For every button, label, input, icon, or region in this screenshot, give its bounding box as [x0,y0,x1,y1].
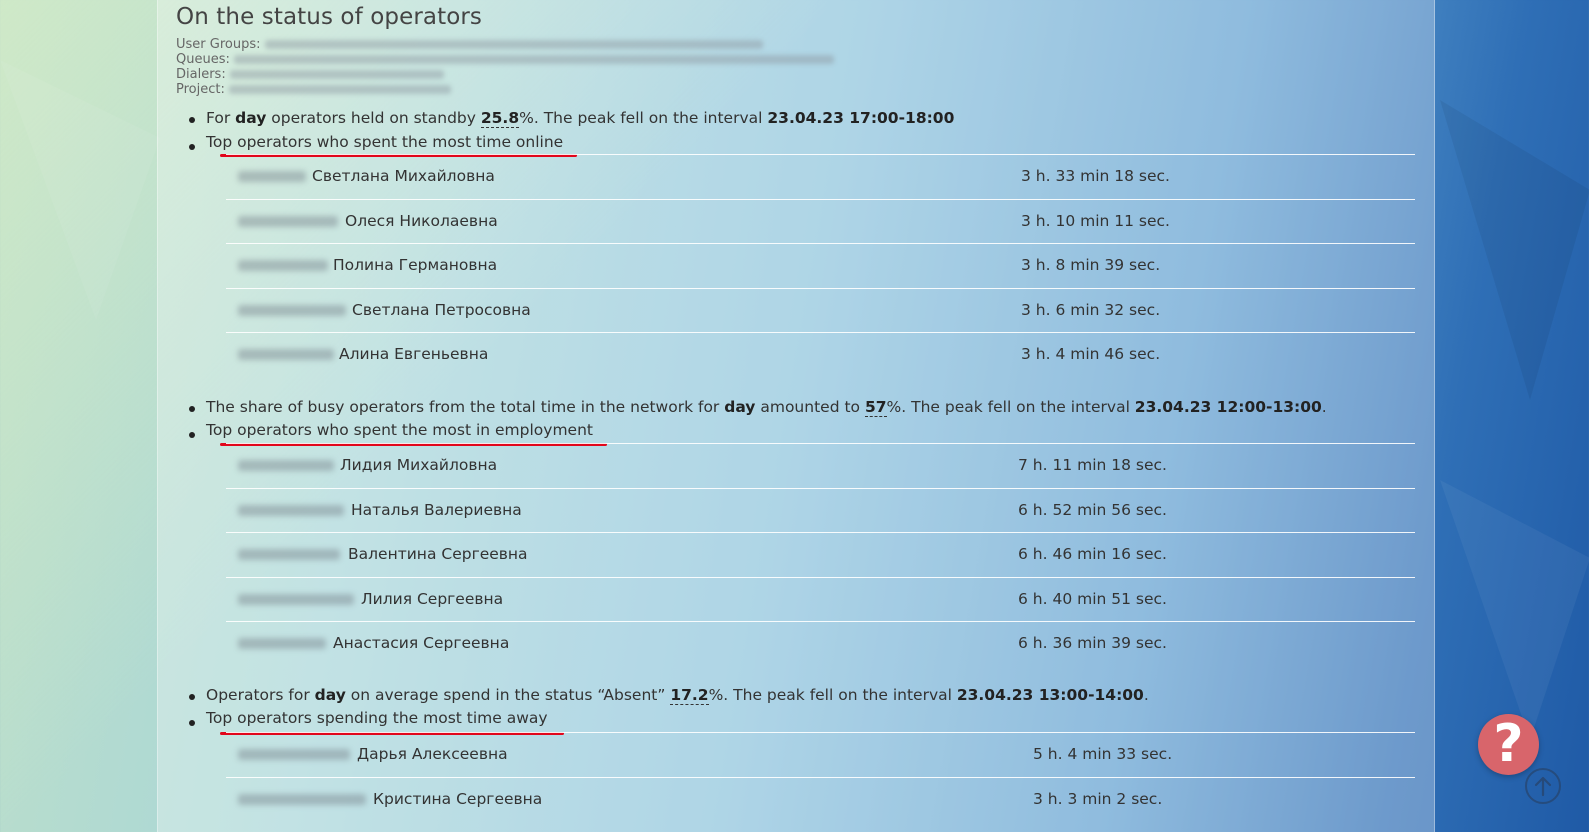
filter-queues: Queues: [176,52,834,67]
summary-text: operators held on standby [266,109,481,127]
filter-dialers: Dialers: [176,67,444,82]
operator-name: Кристина Сергеевна [373,789,543,808]
top-online-table: Светлана Михайловна 3 h. 33 min 18 sec. … [226,154,1415,377]
summary-text: . [1143,686,1149,704]
summary-interval: 23.04.23 13:00-14:00 [956,686,1144,704]
redacted-value [228,85,451,94]
operator-duration: 6 h. 40 min 51 sec. [1018,589,1167,608]
summary-text: on average spend in the status “Absent” [345,686,671,704]
absent-summary: Operators for day on average spend in th… [189,686,1149,705]
summary-text: . [1321,398,1327,416]
table-row: Светлана Петросовна 3 h. 6 min 32 sec. [226,287,1415,333]
operator-name: Лидия Михайловна [340,456,498,474]
operator-name: Наталья Валериевна [351,500,522,519]
top-employment-label: Top operators who spent the most in empl… [189,421,593,439]
summary-value[interactable]: 25.8 [480,109,520,128]
redacted-surname [238,504,344,516]
operator-duration: 7 h. 11 min 18 sec. [1018,456,1167,474]
summary-period: day [235,109,267,127]
background-facet [0,60,160,320]
summary-text: %. The peak fell on the interval [708,686,957,704]
table-row: Кристина Сергеевна 3 h. 3 min 2 sec. [226,776,1415,822]
busy-summary: The share of busy operators from the tot… [189,398,1327,417]
table-row: Лилия Сергеевна 6 h. 40 min 51 sec. [226,576,1415,622]
standby-summary: For day operators held on standby 25.8%.… [188,109,955,128]
redacted-value [264,40,763,49]
summary-text: The share of busy operators from the tot… [206,398,725,416]
redacted-surname [238,171,306,182]
filter-project-label: Project: [176,82,225,97]
summary-text: %. The peak fell on the interval [519,109,768,127]
background-facet [1440,100,1589,400]
redacted-surname [238,349,334,360]
operator-name: Полина Германовна [333,256,498,274]
top-employment-table: Лидия Михайловна 7 h. 11 min 18 sec. Нат… [226,443,1415,666]
page-title: On the status of operators [176,4,483,30]
redacted-surname [238,793,366,805]
background-facet [1440,480,1589,740]
summary-value[interactable]: 57 [864,398,887,417]
redacted-surname [238,215,338,227]
summary-text: Operators for [206,686,315,704]
scroll-to-top-button[interactable] [1525,768,1561,804]
table-row: Полина Германовна 3 h. 8 min 39 sec. [226,243,1415,288]
table-row: Олеся Николаевна 3 h. 10 min 11 sec. [226,198,1415,244]
operator-name: Светлана Михайловна [312,167,495,185]
redacted-value [229,70,444,79]
operator-duration: 3 h. 4 min 46 sec. [1021,345,1161,363]
operator-name: Светлана Петросовна [352,300,531,319]
operator-duration: 3 h. 33 min 18 sec. [1021,167,1170,185]
filter-user-groups-label: User Groups: [176,37,261,52]
redacted-surname [238,304,346,316]
table-row: Лидия Михайловна 7 h. 11 min 18 sec. [226,443,1415,488]
question-mark-icon: ? [1493,714,1524,774]
operator-name: Дарья Алексеевна [357,745,508,763]
filter-user-groups: User Groups: [176,37,763,52]
top-away-label: Top operators spending the most time awa… [189,709,548,727]
redacted-surname [238,638,326,649]
help-button[interactable]: ? [1478,714,1539,775]
filter-project: Project: [176,82,451,97]
summary-value[interactable]: 17.2 [670,686,709,705]
operator-duration: 3 h. 3 min 2 sec. [1033,789,1163,808]
summary-text: amounted to [755,398,865,416]
filter-queues-label: Queues: [176,52,230,67]
table-row: Наталья Валериевна 6 h. 52 min 56 sec. [226,487,1415,533]
operator-name: Валентина Сергеевна [348,545,528,563]
summary-period: day [724,398,756,416]
operator-duration: 3 h. 8 min 39 sec. [1021,256,1161,274]
top-away-table: Дарья Алексеевна 5 h. 4 min 33 sec. Крис… [226,732,1415,821]
summary-interval: 23.04.23 17:00-18:00 [767,109,955,127]
operator-name: Олеся Николаевна [345,211,498,230]
operator-name: Лилия Сергеевна [361,589,504,608]
operator-duration: 6 h. 46 min 16 sec. [1018,545,1167,563]
top-online-label: Top operators who spent the most time on… [188,133,564,151]
arrow-up-icon [1534,776,1552,797]
redacted-surname [238,549,340,560]
operator-duration: 6 h. 36 min 39 sec. [1018,634,1167,652]
summary-text: %. The peak fell on the interval [886,398,1135,416]
table-row: Валентина Сергеевна 6 h. 46 min 16 sec. [226,532,1415,577]
table-row: Анастасия Сергеевна 6 h. 36 min 39 sec. [226,621,1415,666]
summary-period: day [314,686,346,704]
redacted-surname [238,260,328,271]
table-row: Дарья Алексеевна 5 h. 4 min 33 sec. [226,732,1415,777]
redacted-surname [238,593,354,605]
report-panel: On the status of operators User Groups: … [157,0,1435,832]
table-row: Алина Евгеньевна 3 h. 4 min 46 sec. [226,332,1415,377]
summary-interval: 23.04.23 12:00-13:00 [1134,398,1322,416]
operator-duration: 3 h. 6 min 32 sec. [1021,300,1161,319]
redacted-surname [238,460,334,471]
operator-name: Анастасия Сергеевна [333,634,510,652]
summary-text: For [206,109,236,127]
operator-name: Алина Евгеньевна [339,345,489,363]
operator-duration: 3 h. 10 min 11 sec. [1021,211,1170,230]
operator-duration: 6 h. 52 min 56 sec. [1018,500,1167,519]
filter-dialers-label: Dialers: [176,67,226,82]
redacted-value [233,55,834,64]
table-row: Светлана Михайловна 3 h. 33 min 18 sec. [226,154,1415,199]
operator-duration: 5 h. 4 min 33 sec. [1033,745,1173,763]
redacted-surname [238,749,350,760]
